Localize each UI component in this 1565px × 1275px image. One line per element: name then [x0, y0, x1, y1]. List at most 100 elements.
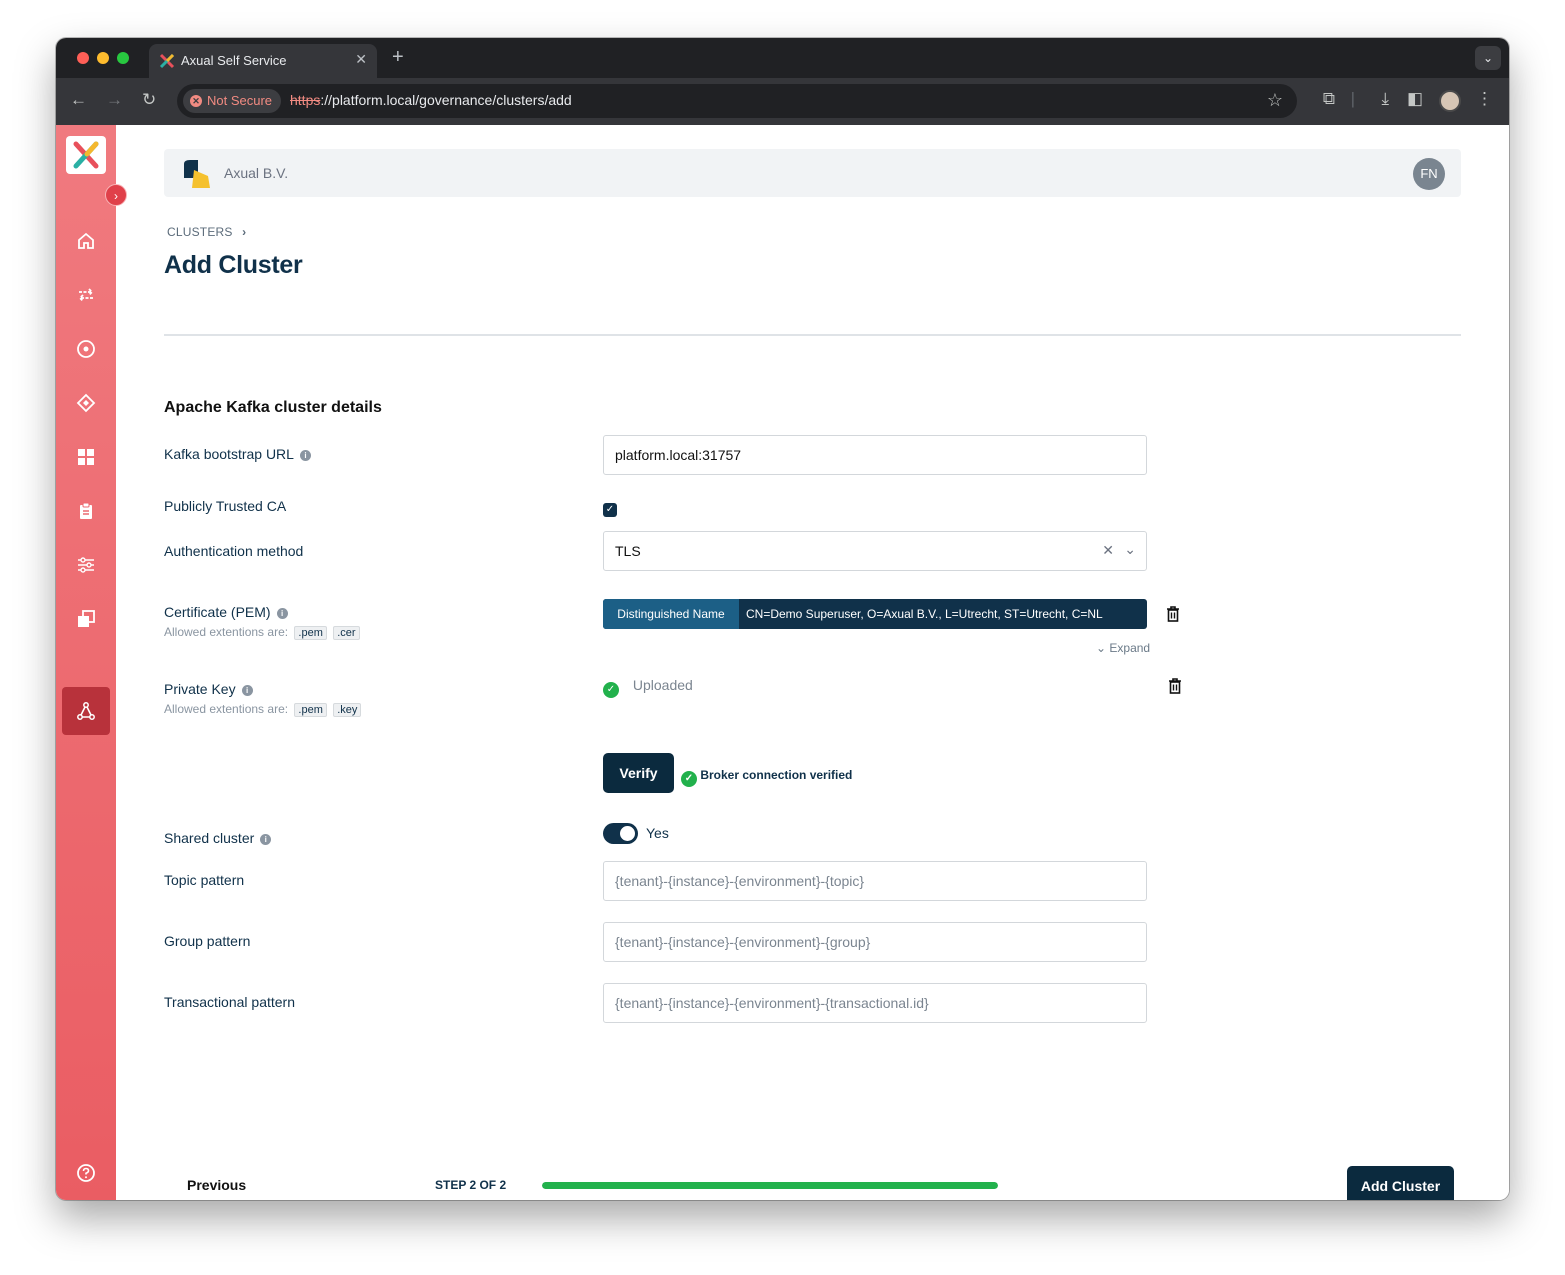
- security-label: Not Secure: [207, 93, 273, 108]
- org-header: Axual B.V. FN: [164, 149, 1461, 197]
- private-key-hint: Allowed extentions are: .pem .key: [164, 702, 362, 717]
- axual-logo[interactable]: [66, 136, 106, 174]
- org-logo-icon: [184, 160, 210, 188]
- expand-certificate-link[interactable]: ⌄ Expand: [1096, 641, 1150, 655]
- check-circle-icon: ✓: [603, 682, 619, 698]
- tab-title: Axual Self Service: [181, 53, 287, 68]
- trusted-ca-checkbox[interactable]: ✓: [603, 503, 617, 517]
- user-avatar[interactable]: FN: [1413, 158, 1445, 190]
- sidebar-item-clusters[interactable]: [62, 687, 110, 735]
- url-scheme: https: [290, 92, 321, 108]
- address-bar[interactable]: ✕ Not Secure https://platform.local/gove…: [177, 84, 1297, 118]
- sidebar-item-requests[interactable]: [62, 487, 110, 535]
- sidebar-expand-button[interactable]: ›: [105, 184, 127, 206]
- reload-icon[interactable]: ↻: [142, 90, 156, 110]
- sidebar-item-schemas[interactable]: [62, 379, 110, 427]
- tab-close-icon[interactable]: ✕: [355, 51, 367, 68]
- info-icon[interactable]: i: [241, 685, 253, 696]
- sidebar-item-help[interactable]: [62, 1149, 110, 1197]
- extensions-icon[interactable]: ⧉: [1323, 89, 1335, 109]
- shared-cluster-label-text: Shared cluster: [164, 830, 255, 846]
- shared-cluster-toggle[interactable]: [603, 823, 638, 844]
- breadcrumb-clusters-link[interactable]: CLUSTERS: [167, 225, 233, 239]
- certificate-hint-text: Allowed extentions are:: [164, 625, 289, 639]
- page-title: Add Cluster: [164, 251, 303, 279]
- step-indicator: STEP 2 OF 2: [435, 1178, 507, 1192]
- info-icon[interactable]: i: [276, 608, 288, 619]
- extension-badge: .pem: [294, 703, 327, 717]
- grid-icon: [78, 449, 94, 465]
- sidebar-item-dashboard[interactable]: [62, 433, 110, 481]
- delete-private-key-icon[interactable]: [1168, 678, 1182, 694]
- zoom-window-button[interactable]: [117, 52, 129, 64]
- sidebar-item-streams[interactable]: [62, 271, 110, 319]
- auth-method-label: Authentication method: [164, 543, 304, 559]
- tab-search-button[interactable]: ⌄: [1475, 46, 1501, 70]
- sidebar-item-instances[interactable]: [62, 595, 110, 643]
- transactional-pattern-label: Transactional pattern: [164, 994, 295, 1010]
- shared-cluster-toggle-label: Yes: [646, 825, 669, 841]
- toolbar-separator: |: [1350, 89, 1355, 108]
- side-panel-icon[interactable]: ◧: [1407, 89, 1423, 109]
- topic-pattern-label: Topic pattern: [164, 872, 245, 888]
- verify-status-text: Broker connection verified: [700, 768, 853, 782]
- profile-avatar[interactable]: [1439, 90, 1461, 112]
- main-content: Axual B.V. FN CLUSTERS › Add Cluster Apa…: [116, 125, 1509, 1200]
- security-chip[interactable]: ✕ Not Secure: [183, 89, 282, 113]
- extension-badge: .pem: [294, 626, 327, 640]
- private-key-hint-text: Allowed extentions are:: [164, 702, 289, 716]
- private-key-status: ✓ Uploaded: [603, 677, 693, 698]
- browser-toolbar: ← → ↻ ✕ Not Secure https://platform.loca…: [56, 78, 1509, 125]
- extension-badge: .key: [333, 703, 362, 717]
- sidebar-item-home[interactable]: [62, 217, 110, 265]
- private-key-status-text: Uploaded: [632, 677, 693, 693]
- group-pattern-input[interactable]: {tenant}-{instance}-{environment}-{group…: [603, 922, 1147, 962]
- app-sidebar: [56, 125, 116, 1200]
- clipboard-icon: [80, 502, 92, 519]
- bootstrap-url-label: Kafka bootstrap URL i: [164, 446, 311, 462]
- private-key-label-text: Private Key: [164, 681, 236, 697]
- download-icon[interactable]: ⤓: [1381, 89, 1389, 109]
- verify-button[interactable]: Verify: [603, 753, 674, 793]
- title-divider: [164, 334, 1461, 336]
- add-cluster-button[interactable]: Add Cluster: [1347, 1166, 1454, 1200]
- distinguished-name-display: Distinguished Name CN=Demo Superuser, O=…: [603, 599, 1147, 629]
- step-progress-fill: [542, 1182, 998, 1189]
- clear-icon[interactable]: ✕: [1102, 542, 1114, 559]
- step-progress-bar: [542, 1182, 998, 1189]
- bookmark-star-icon[interactable]: ☆: [1267, 90, 1283, 111]
- previous-button[interactable]: Previous: [187, 1177, 246, 1193]
- url-text[interactable]: https://platform.local/governance/cluste…: [290, 92, 572, 108]
- transfer-arrows-icon: [78, 288, 94, 302]
- toggle-knob: [620, 826, 635, 841]
- extension-badge: .cer: [333, 626, 360, 640]
- certificate-label: Certificate (PEM) i: [164, 604, 288, 620]
- trusted-ca-label: Publicly Trusted CA: [164, 498, 287, 514]
- transactional-pattern-input[interactable]: {tenant}-{instance}-{environment}-{trans…: [603, 983, 1147, 1023]
- delete-certificate-icon[interactable]: [1166, 606, 1180, 622]
- back-icon[interactable]: ←: [70, 90, 87, 110]
- new-tab-button[interactable]: +: [392, 46, 404, 69]
- bootstrap-url-input[interactable]: platform.local:31757: [603, 435, 1147, 475]
- url-path: ://platform.local/governance/clusters/ad…: [320, 92, 572, 108]
- target-icon: [77, 340, 95, 358]
- private-key-label: Private Key i: [164, 681, 253, 697]
- close-window-button[interactable]: [77, 52, 89, 64]
- info-icon[interactable]: i: [299, 450, 311, 461]
- chevron-down-icon[interactable]: ⌄: [1124, 541, 1136, 558]
- info-icon[interactable]: i: [260, 834, 272, 845]
- topic-pattern-input[interactable]: {tenant}-{instance}-{environment}-{topic…: [603, 861, 1147, 901]
- forward-icon[interactable]: →: [106, 90, 123, 110]
- auth-method-value: TLS: [615, 543, 641, 559]
- menu-kebab-icon[interactable]: ⋮: [1476, 89, 1493, 109]
- sidebar-item-applications[interactable]: [62, 325, 110, 373]
- browser-tab[interactable]: Axual Self Service ✕: [149, 44, 377, 78]
- sliders-icon: [78, 557, 94, 573]
- breadcrumb: CLUSTERS ›: [167, 225, 246, 239]
- sidebar-item-settings[interactable]: [62, 541, 110, 589]
- certificate-label-text: Certificate (PEM): [164, 604, 271, 620]
- not-secure-icon: ✕: [190, 95, 202, 107]
- axual-logo-icon: [73, 141, 99, 169]
- auth-method-select[interactable]: TLS ✕ ⌄: [603, 531, 1147, 571]
- minimize-window-button[interactable]: [97, 52, 109, 64]
